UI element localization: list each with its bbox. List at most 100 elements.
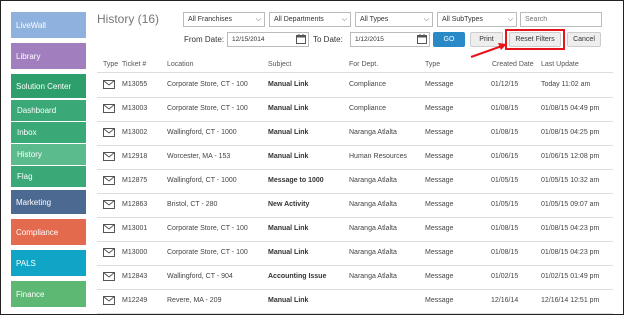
sidebar-item-livewall[interactable]: LiveWall — [11, 12, 86, 38]
sidebar-item-label: Library — [16, 51, 41, 61]
sidebar-item-label: Finance — [16, 289, 45, 299]
cell-subject: New Activity — [268, 201, 310, 208]
column-header-updated[interactable]: Last Update — [541, 61, 579, 68]
cell-type: Message — [425, 249, 454, 256]
cell-created: 01/02/15 — [491, 273, 519, 280]
column-header-msg-type[interactable]: Type — [425, 61, 440, 68]
franchise-filter-select[interactable]: All Franchises ⌵ — [183, 12, 265, 27]
table-row[interactable]: M12843 Wallingford, CT - 904 Accounting Is… — [97, 265, 613, 289]
sidebar-item-pals[interactable]: PALS — [11, 250, 86, 276]
envelope-icon — [103, 104, 115, 113]
cell-location: Worcester, MA - 153 — [167, 153, 231, 160]
cell-dept: Compliance — [349, 105, 386, 112]
cell-type: Message — [425, 153, 454, 160]
envelope-icon — [103, 128, 115, 137]
select-value: All SubTypes — [442, 16, 483, 23]
to-date-field[interactable]: 1/12/2015 — [350, 32, 430, 47]
cell-location: Corporate Store, CT - 100 — [167, 105, 248, 112]
type-filter-select[interactable]: All Types ⌵ — [355, 12, 433, 27]
cell-location: Corporate Store, CT - 100 — [167, 249, 248, 256]
envelope-icon — [103, 200, 115, 209]
cell-dept: Naranga Atlalta — [349, 201, 397, 208]
cell-updated: 01/02/15 01:49 pm — [541, 273, 600, 280]
cell-dept: Naranga Atlalta — [349, 225, 397, 232]
sidebar-item-marketing[interactable]: Marketing — [11, 190, 86, 214]
column-header-type[interactable]: Type — [103, 61, 118, 68]
sidebar-item-label: History — [17, 150, 42, 159]
cancel-button[interactable]: Cancel — [567, 32, 601, 47]
cell-location: Corporate Store, CT - 100 — [167, 225, 248, 232]
cell-type: Message — [425, 297, 454, 304]
cell-created: 01/06/15 — [491, 153, 519, 160]
annotation-arrow — [470, 43, 507, 58]
from-date-field[interactable]: 12/15/2014 — [227, 32, 309, 47]
cell-updated: 01/08/15 04:23 pm — [541, 225, 600, 232]
cell-subject: Manual Link — [268, 153, 309, 160]
cell-created: 01/08/15 — [491, 129, 519, 136]
sidebar-item-inbox[interactable]: Inbox — [11, 122, 86, 143]
select-value: All Departments — [274, 16, 324, 23]
sidebar-item-label: Dashboard — [17, 106, 57, 115]
table-row[interactable]: M12918 Worcester, MA - 153 Manual Link Huma… — [97, 145, 613, 169]
department-filter-select[interactable]: All Departments ⌵ — [269, 12, 351, 27]
divider — [97, 313, 613, 314]
cell-subject: Manual Link — [268, 297, 309, 304]
envelope-icon — [103, 80, 115, 89]
envelope-icon — [103, 224, 115, 233]
cell-updated: 01/05/15 10:32 am — [541, 177, 600, 184]
column-header-subject[interactable]: Subject — [268, 61, 291, 68]
cell-updated: 01/05/15 09:07 am — [541, 201, 600, 208]
column-header-ticket[interactable]: Ticket # — [122, 61, 146, 68]
sidebar-item-flag[interactable]: Flag — [11, 166, 86, 187]
calendar-icon[interactable] — [296, 34, 306, 44]
cell-created: 01/05/15 — [491, 177, 519, 184]
scrollbar[interactable] — [614, 72, 618, 312]
table-row[interactable]: M13003 Corporate Store, CT - 100 Manual Li… — [97, 97, 613, 121]
cell-ticket: M13003 — [122, 105, 148, 112]
from-date-value: 12/15/2014 — [232, 36, 265, 43]
cell-ticket: M12249 — [122, 297, 148, 304]
cell-location: Wallingford, CT - 904 — [167, 273, 233, 280]
cell-type: Message — [425, 129, 454, 136]
envelope-icon — [103, 248, 115, 257]
table-row[interactable]: M12875 Wallingford, CT - 1000 Message to 1… — [97, 169, 613, 193]
search-input[interactable] — [520, 12, 602, 27]
to-date-value: 1/12/2015 — [355, 36, 384, 43]
cell-ticket: M12843 — [122, 273, 148, 280]
sidebar-item-solution-center[interactable]: Solution Center — [11, 74, 86, 98]
cell-updated: Today 11:02 am — [541, 81, 591, 88]
envelope-icon — [103, 176, 115, 185]
table-row[interactable]: M12863 Bristol, CT - 280 New Activity Naran… — [97, 193, 613, 217]
sidebar-item-history[interactable]: History — [11, 144, 86, 165]
cell-created: 01/12/15 — [491, 81, 519, 88]
envelope-icon — [103, 152, 115, 161]
table-row[interactable]: M13002 Wallingford, CT - 1000 Manual Link N… — [97, 121, 613, 145]
subtype-filter-select[interactable]: All SubTypes ⌵ — [437, 12, 517, 27]
table-row[interactable]: M13000 Corporate Store, CT - 100 Manual Li… — [97, 241, 613, 265]
sidebar-item-dashboard[interactable]: Dashboard — [11, 100, 86, 121]
cell-created: 01/08/15 — [491, 225, 519, 232]
column-header-created[interactable]: Created Date — [492, 61, 534, 68]
calendar-icon[interactable] — [417, 34, 427, 44]
sidebar-item-finance[interactable]: Finance — [11, 281, 86, 307]
table-row[interactable]: M12249 Revere, MA - 209 Manual Link Message… — [97, 289, 613, 313]
chevron-down-icon: ⌵ — [507, 16, 513, 23]
cell-subject: Accounting Issue — [268, 273, 327, 280]
sidebar-item-label: Solution Center — [16, 81, 72, 91]
sidebar-item-label: Inbox — [17, 128, 37, 137]
column-header-dept[interactable]: For Dept. — [349, 61, 378, 68]
table-header: Type Ticket # Location Subject For Dept.… — [97, 58, 613, 72]
chevron-down-icon: ⌵ — [423, 16, 429, 23]
cell-created: 01/08/15 — [491, 249, 519, 256]
table-row[interactable]: M13055 Corporate Store, CT - 100 Manual Li… — [97, 73, 613, 97]
table-row[interactable]: M13001 Corporate Store, CT - 100 Manual Li… — [97, 217, 613, 241]
go-button[interactable]: GO — [433, 32, 465, 47]
cell-updated: 01/08/15 04:25 pm — [541, 129, 600, 136]
column-header-location[interactable]: Location — [167, 61, 193, 68]
cell-subject: Manual Link — [268, 105, 309, 112]
cell-updated: 01/08/15 04:23 pm — [541, 249, 600, 256]
sidebar-item-library[interactable]: Library — [11, 43, 86, 69]
sidebar-item-compliance[interactable]: Compliance — [11, 219, 86, 245]
cell-ticket: M13000 — [122, 249, 148, 256]
sidebar-item-label: Marketing — [16, 197, 52, 207]
